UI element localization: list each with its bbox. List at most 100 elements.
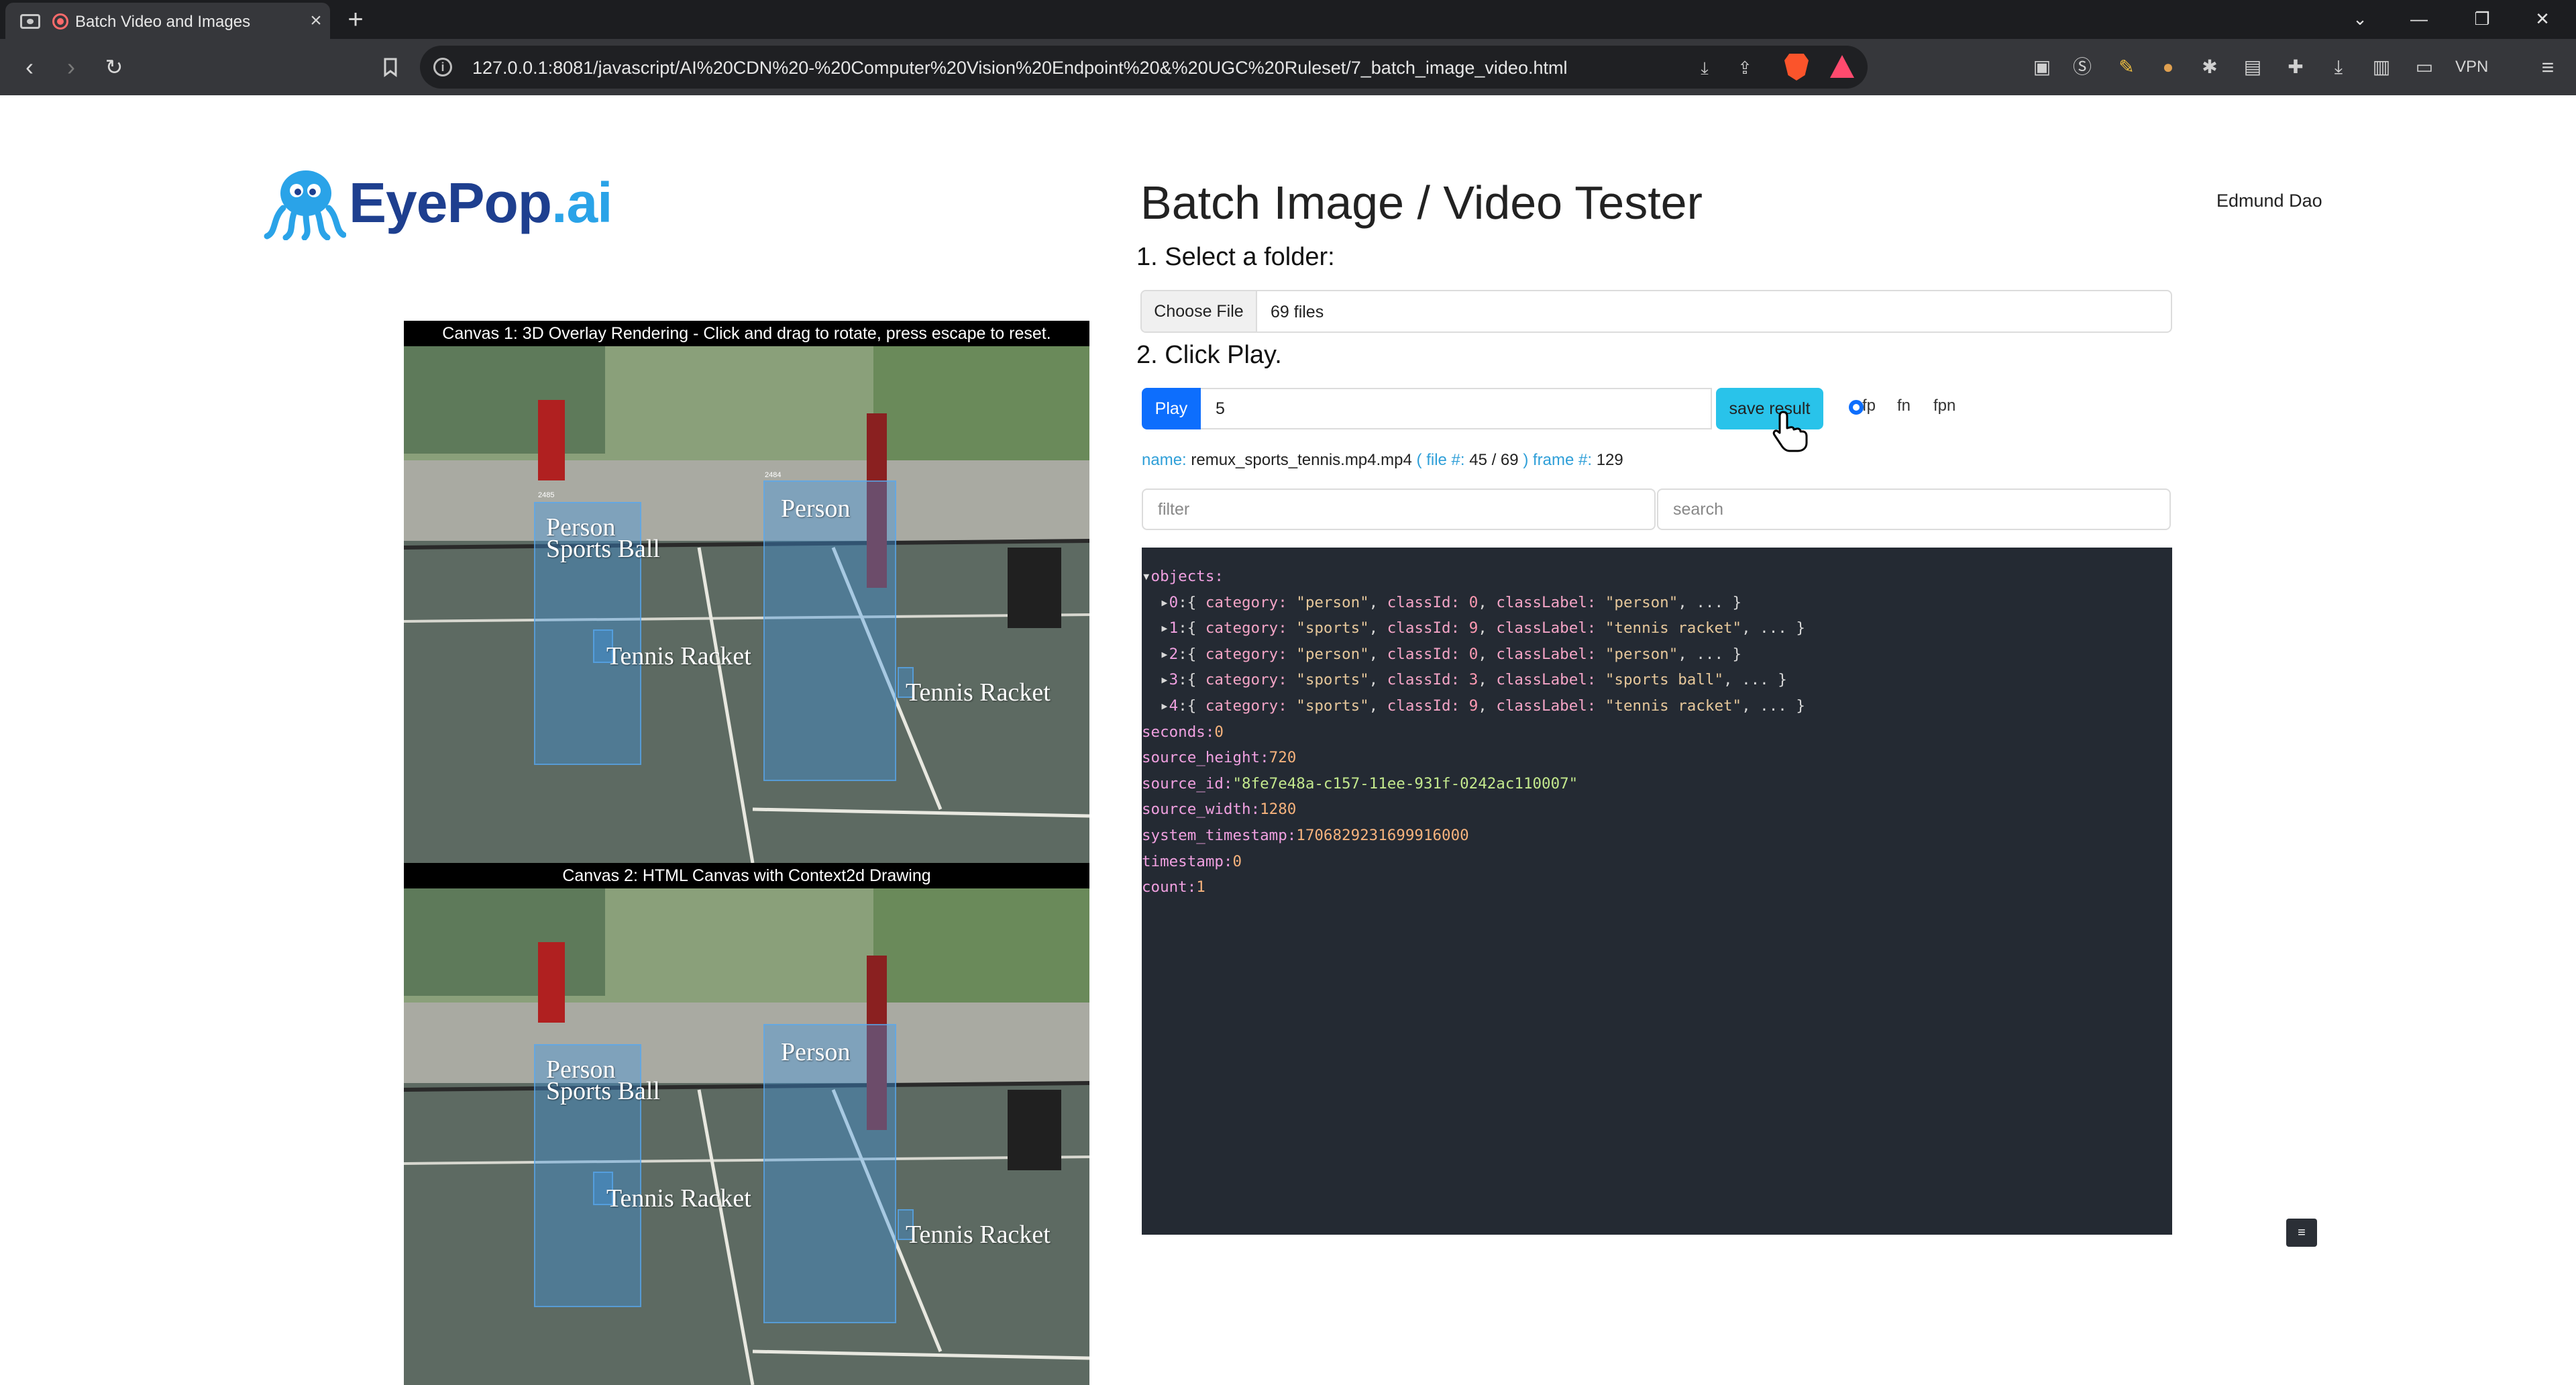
extensions-puzzle-icon[interactable]: ✚ [2281,52,2310,82]
reload-button[interactable]: ↻ [99,52,129,82]
tab-close-button[interactable]: × [305,9,327,32]
tennis-racket-label: Tennis Racket [906,678,1051,707]
canvas2-scene: Person Sports Ball Person Tennis Racket … [404,888,1089,1385]
fields-list: seconds:0 source_height:720 source_id:"8fe… [1142,719,2172,901]
tennis-court-image [404,888,1089,1385]
address-bar[interactable]: i 127.0.0.1:8081/javascript/AI%20CDN%20-… [420,46,1868,89]
page-title: Batch Image / Video Tester [1140,176,1703,229]
vpn-button[interactable]: VPN [2455,54,2488,81]
download-icon[interactable]: ⤓ [1695,58,1715,78]
fn-radio-label: fn [1897,397,1911,415]
wallet-icon[interactable]: ▭ [2410,52,2439,82]
filter-input[interactable]: filter [1142,489,1656,530]
new-tab-button[interactable]: + [339,6,372,34]
object-node[interactable]: ▸2:{ category: "person", classId: 0, cla… [1142,642,2172,668]
extension-card-icon[interactable]: ▤ [2238,52,2267,82]
object-node[interactable]: ▸4:{ category: "sports", classId: 9, cla… [1142,693,2172,719]
name-value: remux_sports_tennis.mp4.mp4 [1191,451,1412,469]
tab-title: Batch Video and Images [75,13,251,31]
bookmark-icon[interactable] [377,54,404,81]
choose-file-button[interactable]: Choose File [1142,291,1257,331]
field-row: system_timestamp:1706829231699916000 [1142,826,1469,844]
brave-rewards-icon[interactable] [1830,55,1854,78]
field-row: source_height:720 [1142,749,1297,767]
toggle-panel-button[interactable]: ≡ [2286,1219,2317,1247]
person-label: Person [781,495,851,523]
browser-tab-bar: Batch Video and Images × + ⌄ — ❐ ✕ [0,0,2576,39]
recording-icon [52,13,68,30]
minimize-button[interactable]: — [2399,5,2439,32]
forward-button[interactable]: › [56,52,86,82]
step2-label: 2. Click Play. [1136,341,1282,369]
search-input[interactable]: search [1657,489,2171,530]
extension-s-icon[interactable]: Ⓢ [2068,52,2097,82]
interval-input[interactable]: 5 [1201,388,1712,429]
back-button[interactable]: ‹ [15,52,44,82]
file-number-value: 45 / 69 [1469,451,1519,469]
fp-radio-label: fp [1862,397,1876,415]
field-row: timestamp:0 [1142,852,1242,870]
play-button[interactable]: Play [1142,388,1201,429]
browser-toolbar: ‹ › ↻ i 127.0.0.1:8081/javascript/AI%20C… [0,39,2576,95]
canvas2-caption: Canvas 2: HTML Canvas with Context2d Dra… [562,866,931,885]
logo-wordmark: EyePop.ai [349,171,613,234]
object-node[interactable]: ▸3:{ category: "sports", classId: 3, cla… [1142,667,2172,693]
share-icon[interactable]: ⇪ [1735,58,1755,78]
octopus-logo-icon [264,170,346,240]
canvas1-panel[interactable]: Canvas 1: 3D Overlay Rendering - Click a… [404,321,1089,863]
person-label: Person [781,1038,851,1066]
browser-tab[interactable]: Batch Video and Images × [5,3,330,39]
screen: Batch Video and Images × + ⌄ — ❐ ✕ ‹ › ↻… [0,0,2576,1385]
url-text[interactable]: 127.0.0.1:8081/javascript/AI%20CDN%20-%2… [472,58,1567,79]
object-node[interactable]: ▸0:{ category: "person", classId: 0, cla… [1142,590,2172,616]
extension-highlighter-icon[interactable]: ✎ [2112,52,2141,82]
status-line: name: remux_sports_tennis.mp4.mp4 ( file… [1142,451,1623,470]
user-name: Edmund Dao [2216,191,2322,211]
frame-number-value: 129 [1596,451,1623,469]
browser-menu-icon[interactable]: ≡ [2533,52,2563,82]
sports-ball-label: Sports Ball [546,1077,660,1105]
object-node[interactable]: ▸1:{ category: "sports", classId: 9, cla… [1142,615,2172,642]
name-key: name: [1142,451,1187,469]
brave-shield-icon[interactable] [1784,54,1809,81]
track-id-label: 2484 [765,471,782,479]
objects-node[interactable]: ▾objects: [1142,564,2172,590]
downloads-icon[interactable]: ⤓ [2324,52,2353,82]
canvas2-panel[interactable]: Canvas 2: HTML Canvas with Context2d Dra… [404,863,1089,1385]
vpn-label: VPN [2455,58,2489,76]
frame-number-key: frame #: [1532,451,1593,469]
sports-ball-label: Sports Ball [546,535,660,563]
file-number-key: ( file #: [1416,451,1465,469]
person-detection-box[interactable] [763,480,896,781]
canvas1-caption: Canvas 1: 3D Overlay Rendering - Click a… [442,324,1051,343]
tennis-racket-label: Tennis Racket [606,642,751,670]
close-window-button[interactable]: ✕ [2522,5,2563,32]
site-info-icon[interactable]: i [433,58,452,76]
file-number-close: ) [1523,451,1529,469]
field-row: source_id:"8fe7e48a-c157-11ee-931f-0242a… [1142,774,1578,792]
sidebar-icon[interactable]: ▥ [2367,52,2396,82]
tab-media-icon [20,14,40,29]
folder-file-input[interactable]: Choose File 69 files [1140,290,2172,333]
tennis-court-image [404,346,1089,863]
fpn-radio-label: fpn [1933,397,1956,415]
file-count-text: 69 files [1271,303,1324,321]
field-row: count:1 [1142,878,1205,896]
field-row: source_width:1280 [1142,801,1297,819]
tab-search-chevron-icon[interactable]: ⌄ [2340,5,2380,32]
step1-label: 1. Select a folder: [1136,243,1335,271]
hand-cursor-icon [1772,411,1808,452]
extension-cookie-icon[interactable]: ● [2153,52,2183,82]
person-detection-box [763,1024,896,1323]
canvas1-scene[interactable]: 2485 2484 Person Sports Ball Person Tenn… [404,346,1089,863]
json-result-viewer: ▾objects: ▸0:{ category: "person", class… [1142,548,2172,1235]
track-id-label: 2485 [538,491,555,499]
restore-button[interactable]: ❐ [2462,5,2502,32]
extension-badge-icon[interactable]: ▣ [2027,52,2057,82]
tennis-racket-label: Tennis Racket [606,1184,751,1213]
objects-list: ▸0:{ category: "person", classId: 0, cla… [1142,590,2172,719]
fp-radio[interactable] [1849,400,1864,415]
eyepop-logo: EyePop.ai [263,166,613,240]
tennis-racket-label: Tennis Racket [906,1221,1051,1249]
extension-gear-icon[interactable]: ✱ [2195,52,2224,82]
